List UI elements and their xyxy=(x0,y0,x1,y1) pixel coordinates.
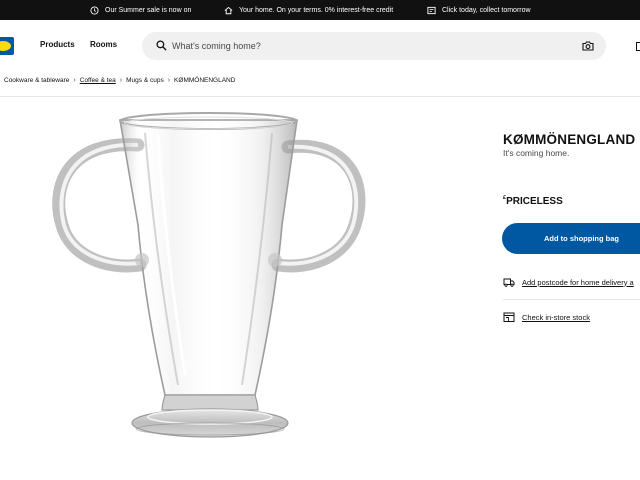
home-delivery-link[interactable]: Add postcode for home delivery a xyxy=(522,278,634,287)
store-icon xyxy=(503,312,515,322)
product-price: £PRICELESS xyxy=(503,195,563,207)
receipt-icon xyxy=(427,6,436,14)
chevron-right-icon: › xyxy=(73,77,76,84)
site-header: Products Rooms xyxy=(0,20,640,72)
promo-item-sale[interactable]: Our Summer sale is now on xyxy=(90,0,191,20)
promo-text: Our Summer sale is now on xyxy=(105,6,192,14)
store-stock-row: Check in-store stock xyxy=(503,310,590,324)
product-title: KØMMÖNENGLAND xyxy=(503,132,636,147)
search-bar xyxy=(142,32,606,60)
promo-text: Your home. On your terms. 0% interest-fr… xyxy=(239,6,394,14)
chevron-right-icon: › xyxy=(119,77,123,84)
breadcrumb-item[interactable]: Mugs & cups xyxy=(126,77,164,84)
divider xyxy=(503,299,640,300)
home-icon xyxy=(224,6,233,14)
delivery-truck-icon xyxy=(503,278,515,287)
nav-products[interactable]: Products xyxy=(40,40,75,49)
chevron-right-icon: › xyxy=(167,77,171,84)
divider xyxy=(0,96,640,97)
promo-bar: Our Summer sale is now on Your home. On … xyxy=(0,0,640,20)
shopping-bag-icon[interactable] xyxy=(636,42,640,51)
home-delivery-row: Add postcode for home delivery a xyxy=(503,275,634,289)
promo-item-credit[interactable]: Your home. On your terms. 0% interest-fr… xyxy=(224,0,393,20)
breadcrumb-item[interactable]: Cookware & tableware xyxy=(4,77,69,84)
product-image[interactable] xyxy=(50,105,370,460)
promo-item-collect[interactable]: Click today, collect tomorrow xyxy=(427,0,531,20)
breadcrumb-item[interactable]: Coffee & tea xyxy=(80,77,116,84)
clock-icon xyxy=(90,5,99,15)
price-value: PRICELESS xyxy=(506,196,563,207)
product-subtitle: It's coming home. xyxy=(503,148,570,158)
logo[interactable] xyxy=(0,37,14,55)
nav-rooms[interactable]: Rooms xyxy=(90,40,117,49)
search-input[interactable] xyxy=(172,32,572,60)
add-to-bag-button[interactable]: Add to shopping bag xyxy=(502,223,640,254)
search-icon[interactable] xyxy=(156,40,167,51)
currency-symbol: £ xyxy=(503,195,507,201)
store-stock-link[interactable]: Check in-store stock xyxy=(522,313,590,322)
camera-icon[interactable] xyxy=(582,40,594,52)
breadcrumb-item-current: KØMMÖNENGLAND xyxy=(174,77,236,84)
logo-mark xyxy=(0,41,11,51)
breadcrumb: Cookware & tableware › Coffee & tea › Mu… xyxy=(4,77,235,84)
promo-text: Click today, collect tomorrow xyxy=(442,6,531,14)
